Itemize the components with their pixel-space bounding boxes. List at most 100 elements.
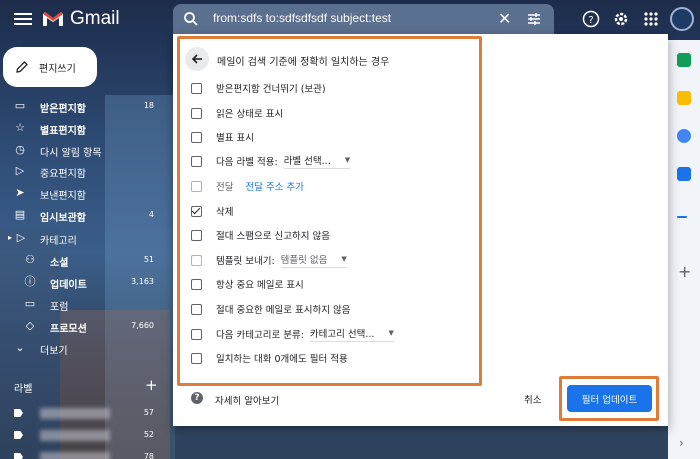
option-label: 템플릿 보내기: — [216, 256, 275, 267]
option-star[interactable]: 별표 표시 — [191, 129, 254, 145]
sidebar-item-social[interactable]: ⚇ 소셜 51 — [0, 250, 170, 271]
chevron-down-icon: ⌄ — [15, 341, 25, 354]
draft-icon: ▤ — [14, 208, 26, 221]
draft-count: 4 — [148, 210, 154, 219]
keep-icon[interactable] — [677, 91, 691, 105]
checkbox[interactable] — [191, 131, 202, 143]
checkbox-checked[interactable] — [191, 205, 202, 217]
sheets-icon[interactable] — [677, 53, 691, 67]
label-tag-icon — [14, 431, 23, 439]
help-icon[interactable]: ? — [191, 392, 203, 404]
sidebar-item-more[interactable]: ⌄ 더보기 — [0, 338, 170, 359]
clock-icon: ◷ — [15, 143, 25, 156]
search-icon[interactable] — [183, 11, 199, 27]
learn-more-link[interactable]: 자세히 알아보기 — [215, 393, 279, 407]
sidebar-item-label: 별표편지함 — [40, 126, 86, 137]
promo-tag-icon: ◇ — [25, 319, 35, 332]
gear-icon[interactable] — [612, 10, 630, 28]
pencil-icon — [16, 61, 28, 73]
option-categorize[interactable]: 다음 카테고리로 분류: 카테고리 선택... ▼ — [191, 326, 394, 342]
checkbox[interactable] — [191, 328, 202, 340]
option-delete[interactable]: 삭제 — [191, 203, 233, 219]
checkbox[interactable] — [191, 229, 202, 241]
option-never-spam[interactable]: 절대 스팸으로 신고하지 않음 — [191, 227, 330, 243]
dropdown-caret-icon: ▼ — [388, 329, 394, 337]
add-forwarding-address-link[interactable]: 전달 주소 추가 — [245, 179, 303, 193]
search-input[interactable]: from:sdfs to:sdfsdfsdf subject:test — [213, 11, 391, 25]
checkbox[interactable] — [191, 303, 202, 315]
option-label: 별표 표시 — [216, 133, 254, 144]
search-bar[interactable]: from:sdfs to:sdfsdfsdf subject:test ✕ — [173, 4, 554, 34]
sidebar-item-label: 보낸편지함 — [40, 191, 86, 202]
option-apply-label[interactable]: 다음 라벨 적용: 라벨 선택... ▼ — [191, 153, 351, 169]
sidebar-item-inbox[interactable]: ▭ 받은편지함 18 — [0, 96, 170, 117]
sidebar-item-forums[interactable]: ▭ 포럼 — [0, 294, 170, 315]
sidebar-item-sent[interactable]: ➤ 보낸편지함 — [0, 183, 170, 204]
close-icon[interactable]: ✕ — [498, 11, 511, 27]
sidebar-item-updates[interactable]: ⓘ 업데이트 3,163 — [0, 272, 170, 293]
info-icon: ⓘ — [24, 275, 36, 288]
filter-dialog: 메일이 검색 기준에 정확히 일치하는 경우 받은편지함 건너뛰기 (보관) 읽… — [173, 34, 668, 426]
template-select-dropdown[interactable]: 템플릿 없음 ▼ — [280, 252, 347, 268]
sidebar-item-label: 임시보관함 — [40, 213, 86, 224]
option-label: 일치하는 대화 0개에도 필터 적용 — [216, 354, 348, 365]
option-mark-read[interactable]: 읽은 상태로 표시 — [191, 105, 283, 121]
search-options-icon[interactable] — [527, 12, 541, 26]
option-apply-existing[interactable]: 일치하는 대화 0개에도 필터 적용 — [191, 350, 348, 366]
checkbox[interactable] — [191, 107, 202, 119]
important-icon: ▷ — [15, 164, 25, 177]
sidebar-item-drafts[interactable]: ▤ 임시보관함 4 — [0, 205, 170, 226]
star-icon: ☆ — [15, 121, 25, 134]
option-forward[interactable]: 전달 전달 주소 추가 — [191, 178, 304, 194]
promotions-count: 7,660 — [131, 321, 154, 330]
option-never-important[interactable]: 절대 중요한 메일로 표시하지 않음 — [191, 301, 350, 317]
checkbox[interactable] — [191, 155, 202, 167]
label-item[interactable]: 78 — [14, 451, 164, 459]
category-select-dropdown[interactable]: 카테고리 선택... ▼ — [309, 326, 394, 342]
help-icon[interactable]: ? — [582, 10, 600, 28]
option-label: 받은편지함 건너뛰기 (보관) — [216, 84, 326, 95]
sidebar-item-label: 카테고리 — [40, 236, 77, 247]
sidebar-item-promotions[interactable]: ◇ 프로모션 7,660 — [0, 316, 170, 337]
redacted-label-name — [40, 452, 110, 459]
sidebar-item-starred[interactable]: ☆ 별표편지함 — [0, 118, 170, 139]
chevron-right-icon[interactable]: › — [679, 436, 684, 450]
option-send-template[interactable]: 템플릿 보내기: 템플릿 없음 ▼ — [191, 252, 347, 268]
add-label-icon[interactable]: + — [145, 376, 158, 394]
avatar[interactable] — [670, 7, 694, 31]
update-filter-button[interactable]: 필터 업데이트 — [567, 385, 652, 412]
gmail-logo[interactable]: Gmail — [42, 8, 120, 30]
social-count: 51 — [143, 255, 154, 264]
apps-grid-icon[interactable] — [642, 10, 660, 28]
side-panel: + › — [668, 40, 700, 459]
menu-icon[interactable] — [14, 10, 32, 28]
option-always-important[interactable]: 항상 중요 메일로 표시 — [191, 276, 304, 292]
label-item[interactable]: 52 — [14, 429, 164, 443]
sidebar-item-label: 중요편지함 — [40, 169, 86, 180]
label-select-dropdown[interactable]: 라벨 선택... ▼ — [283, 153, 351, 169]
checkbox[interactable] — [191, 352, 202, 364]
dialog-title: 메일이 검색 기준에 정확히 일치하는 경우 — [217, 57, 390, 68]
back-button[interactable] — [185, 47, 209, 71]
tasks-icon[interactable] — [677, 129, 691, 143]
option-label: 절대 중요한 메일로 표시하지 않음 — [216, 305, 351, 316]
add-addon-icon[interactable]: + — [678, 262, 691, 281]
checkbox[interactable] — [191, 82, 202, 94]
sidebar-item-snoozed[interactable]: ◷ 다시 알림 항목 — [0, 140, 170, 161]
contacts-icon[interactable] — [677, 167, 691, 181]
option-skip-inbox[interactable]: 받은편지함 건너뛰기 (보관) — [191, 80, 326, 96]
checkbox[interactable] — [191, 180, 202, 192]
checkbox[interactable] — [191, 278, 202, 290]
label-item[interactable]: 57 — [14, 407, 164, 421]
option-label: 다음 카테고리로 분류: — [216, 330, 304, 341]
labels-heading: 라벨 — [14, 384, 33, 395]
checkbox[interactable] — [191, 254, 202, 266]
updates-count: 3,163 — [131, 277, 154, 286]
sidebar-item-important[interactable]: ▷ 중요편지함 — [0, 161, 170, 182]
compose-button[interactable]: 편지쓰기 — [3, 47, 97, 87]
cancel-button[interactable]: 취소 — [518, 389, 547, 409]
sidebar-item-label: 업데이트 — [50, 280, 87, 291]
arrow-left-icon — [191, 54, 202, 64]
compose-label: 편지쓰기 — [39, 63, 76, 75]
sidebar-item-categories[interactable]: ▸ ▷ 카테고리 — [0, 228, 170, 249]
